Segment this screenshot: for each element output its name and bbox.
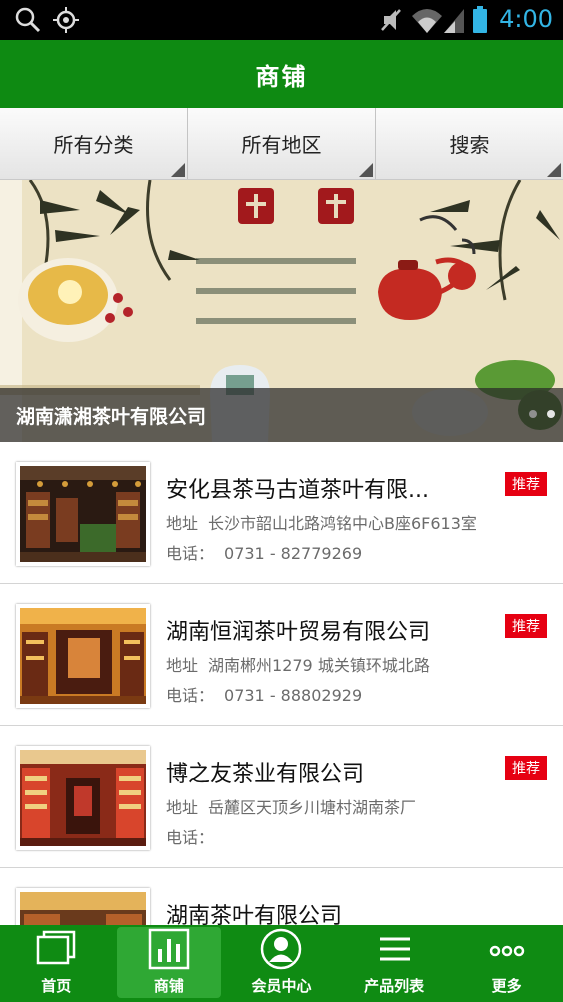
wifi-icon xyxy=(412,9,442,33)
nav-product-list[interactable]: 产品列表 xyxy=(338,925,451,1002)
dropdown-corner-icon xyxy=(547,163,561,177)
gps-icon xyxy=(53,7,79,33)
mute-icon xyxy=(381,9,401,31)
shop-icon xyxy=(148,928,190,970)
shop-address: 地址 长沙市韶山北路鸿铭中心B座6F613室 xyxy=(166,510,487,534)
category-filter-label: 所有分类 xyxy=(53,133,134,157)
nav-shop-label: 商铺 xyxy=(153,977,184,995)
pager-dot-active[interactable] xyxy=(547,410,555,418)
shop-thumbnail xyxy=(16,746,150,850)
recommended-badge: 推荐 xyxy=(505,756,547,780)
phone-label: 电话： xyxy=(166,686,215,705)
app-header: 商铺 xyxy=(0,40,563,108)
more-icon xyxy=(489,945,524,957)
address-value: 湖南郴州1279 城关镇环城北路 xyxy=(208,656,430,675)
pager-dot[interactable] xyxy=(529,410,537,418)
product-list-icon xyxy=(380,937,411,961)
shop-photo xyxy=(20,466,146,562)
address-label: 地址 xyxy=(166,514,199,533)
shop-list-item[interactable]: 湖南恒润茶叶贸易有限公司 推荐 地址 湖南郴州1279 城关镇环城北路 电话： 07… xyxy=(0,584,563,726)
region-filter-label: 所有地区 xyxy=(241,133,322,157)
banner-caption: 湖南潇湘茶叶有限公司 xyxy=(16,406,207,428)
banner-caption-bar: 湖南潇湘茶叶有限公司 xyxy=(0,388,563,442)
shop-phone: 电话： xyxy=(166,824,234,848)
shop-photo xyxy=(20,608,146,704)
shop-address: 地址 岳麓区天顶乡川塘村湖南茶厂 xyxy=(166,794,426,818)
search-button[interactable]: 搜索 xyxy=(376,108,563,179)
shop-thumbnail xyxy=(16,462,150,566)
nav-member-center[interactable]: 会员中心 xyxy=(225,925,338,1002)
home-icon xyxy=(37,930,76,965)
shop-name: 湖南恒润茶叶贸易有限公司 xyxy=(166,620,431,645)
shop-phone: 电话： 0731 - 82779269 xyxy=(166,540,372,564)
member-icon xyxy=(261,928,302,970)
bottom-nav: 首页 商铺 会员中心 产品列表 更多 xyxy=(0,925,563,1002)
shop-address: 地址 湖南郴州1279 城关镇环城北路 xyxy=(166,652,440,676)
search-icon xyxy=(15,7,41,33)
dropdown-corner-icon xyxy=(171,163,185,177)
dropdown-corner-icon xyxy=(359,163,373,177)
shop-list-item[interactable]: 博之友茶业有限公司 推荐 地址 岳麓区天顶乡川塘村湖南茶厂 电话： xyxy=(0,726,563,868)
shop-thumbnail xyxy=(16,604,150,708)
banner-pager xyxy=(529,410,555,418)
search-button-label: 搜索 xyxy=(449,133,490,157)
nav-more[interactable]: 更多 xyxy=(450,925,563,1002)
filter-bar: 所有分类 所有地区 搜索 xyxy=(0,108,563,180)
address-label: 地址 xyxy=(166,798,199,817)
phone-label: 电话： xyxy=(166,828,215,847)
phone-value: 0731 - 88802929 xyxy=(224,686,363,705)
address-value: 长沙市韶山北路鸿铭中心B座6F613室 xyxy=(208,514,477,533)
battery-icon xyxy=(473,6,487,33)
shop-phone: 电话： 0731 - 88802929 xyxy=(166,682,372,706)
shop-name: 博之友茶业有限公司 xyxy=(166,762,365,787)
phone-value: 0731 - 82779269 xyxy=(224,544,363,563)
recommended-badge: 推荐 xyxy=(505,472,547,496)
nav-shop[interactable]: 商铺 xyxy=(113,925,226,1002)
nav-member-label: 会员中心 xyxy=(251,977,312,995)
nav-product-label: 产品列表 xyxy=(364,977,425,995)
nav-home-label: 首页 xyxy=(41,977,72,995)
shop-list-item[interactable]: 安化县茶马古道茶叶有限... 推荐 地址 长沙市韶山北路鸿铭中心B座6F613室 … xyxy=(0,442,563,584)
nav-home[interactable]: 首页 xyxy=(0,925,113,1002)
address-value: 岳麓区天顶乡川塘村湖南茶厂 xyxy=(208,798,417,817)
address-label: 地址 xyxy=(166,656,199,675)
category-filter-button[interactable]: 所有分类 xyxy=(0,108,188,179)
status-time: 4:00 xyxy=(499,5,553,33)
recommended-badge: 推荐 xyxy=(505,614,547,638)
shop-photo xyxy=(20,750,146,846)
nav-more-label: 更多 xyxy=(491,977,522,995)
shop-name: 安化县茶马古道茶叶有限... xyxy=(166,478,429,503)
region-filter-button[interactable]: 所有地区 xyxy=(188,108,376,179)
signal-icon xyxy=(444,9,464,33)
banner-slider[interactable]: 湖南潇湘茶叶有限公司 xyxy=(0,180,563,442)
status-bar: 4:00 xyxy=(0,0,563,40)
phone-label: 电话： xyxy=(166,544,215,563)
page-title: 商铺 xyxy=(255,62,308,91)
